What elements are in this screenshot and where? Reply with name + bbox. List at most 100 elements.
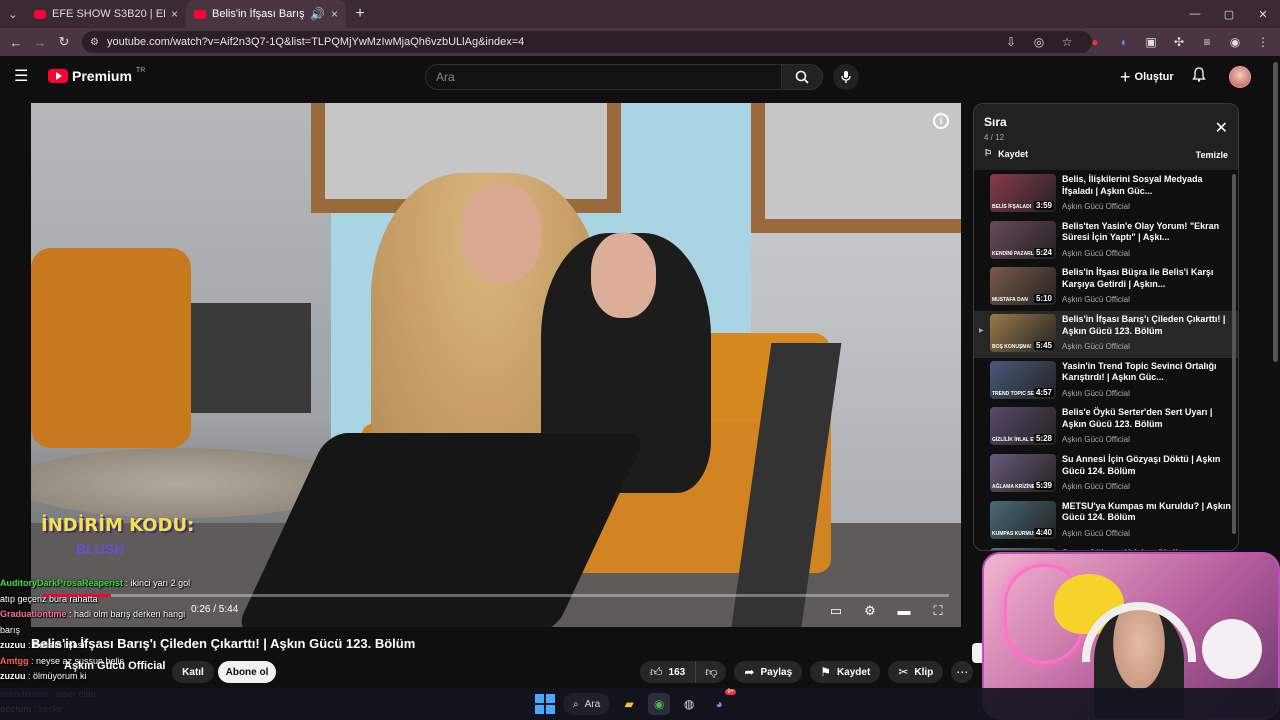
file-explorer-icon[interactable]: ▰ [618, 693, 640, 715]
taskbar-center: ⌕ Ara ▰ ◉ ◍ ◕ 9+ [535, 689, 737, 715]
extension-mask-icon[interactable]: ▣ [1142, 32, 1160, 52]
hamburger-menu-icon[interactable]: ☰ [14, 68, 34, 86]
extensions-puzzle-icon[interactable]: ✣ [1170, 32, 1188, 52]
close-icon[interactable]: ✕ [1215, 118, 1228, 138]
playlist-clear-button[interactable]: Temizle [1196, 150, 1228, 160]
search-icon: ⌕ [573, 698, 579, 710]
playlist-thumbnail[interactable]: KUMPAS KURMUŞLAR 4:40 [990, 500, 1056, 539]
chrome-icon[interactable]: ◉ [648, 693, 671, 715]
playlist-item[interactable]: KENDİNİ PAZARLIYOR 5:24 Belis'ten Yasin'e … [974, 218, 1238, 265]
minimize-button[interactable]: — [1178, 0, 1212, 28]
video-scene-mirror [751, 103, 961, 233]
playlist-item[interactable]: TREND TOPIC SEVİNCİ 4:57 Yasin'in Trend To… [974, 358, 1238, 405]
media-control-icon[interactable]: ≡ [1198, 32, 1216, 52]
playlist-thumbnail[interactable]: BOŞ KONUŞMA! 5:45 [990, 314, 1056, 353]
playlist-thumbnail[interactable]: AĞLAMA KRİZİNE GİRDİ 5:39 [990, 454, 1056, 493]
playlist-item-channel: Aşkın Gücü Official [1062, 388, 1130, 398]
duration-badge: 4:57 [1033, 387, 1054, 397]
duration-badge: 3:59 [1033, 201, 1054, 210]
playlist-item-title: METSU'ya Kumpas mı Kuruldu? | Aşkın Gücü… [1062, 500, 1231, 523]
playlist-count: 4 / 12 [984, 133, 1005, 142]
tab-close-icon[interactable]: × [171, 7, 178, 21]
chat-text: hadi olm barış derken hangi [74, 609, 186, 619]
video-player[interactable]: i İNDİRİM KODU: BLUSH 0:26 / 5:44 ▭ ⚙ ▬ … [31, 103, 961, 627]
maximize-button[interactable]: ▢ [1212, 0, 1246, 28]
account-avatar[interactable] [1229, 66, 1251, 88]
youtube-favicon-icon [194, 9, 206, 19]
dislike-button[interactable]: 👎︎ [696, 661, 727, 683]
windows-start-icon[interactable] [535, 694, 555, 714]
thumbs-up-icon: 👍︎ [650, 664, 663, 679]
profile-avatar-icon[interactable]: ◉ [1226, 32, 1244, 52]
playlist-item[interactable]: AĞLAMA KRİZİNE GİRDİ 5:39 Su Annesi İçin G… [974, 451, 1238, 498]
like-button[interactable]: 👍︎ 163 [640, 661, 697, 683]
voice-search-button[interactable] [833, 64, 859, 90]
youtube-logo[interactable]: Premium TR [48, 67, 145, 84]
playlist-item-meta: Belis'e Öykü Serter'den Sert Uyarı | Aşk… [1062, 407, 1232, 444]
playlist-thumbnail[interactable]: TREND TOPIC SEVİNCİ 4:57 [990, 360, 1056, 399]
back-button[interactable]: ← [4, 28, 28, 56]
extension-blue-icon[interactable]: ◖ [1114, 32, 1132, 52]
extension-red-icon[interactable]: ● [1086, 32, 1104, 52]
duration-badge: 4:40 [1033, 527, 1054, 537]
bookmark-star-icon[interactable]: ☆ [1058, 32, 1076, 52]
playlist-item-title: Su Annesi İçin Gözyaşı Döktü | Aşkın Güc… [1062, 454, 1221, 476]
obs-icon[interactable]: ◍ [678, 693, 700, 715]
discord-icon[interactable]: ◕ 9+ [708, 689, 737, 715]
theater-mode-icon[interactable]: ▬ [895, 603, 913, 619]
tab-close-icon[interactable]: × [331, 7, 338, 21]
join-button[interactable]: Katıl [172, 661, 214, 683]
site-info-icon[interactable]: ⚙ [90, 37, 99, 48]
playlist-thumbnail[interactable] [990, 547, 1056, 550]
taskbar-search[interactable]: ⌕ Ara [563, 693, 611, 715]
new-tab-button[interactable]: + [346, 5, 374, 23]
forward-button[interactable]: → [28, 28, 52, 56]
browser-tab-2-active[interactable]: Belis'in İfşası Barış'ı Çileden 🔊 × [186, 0, 346, 28]
playlist-header: Sıra 4 / 12 ✕ ⚐ Kaydet Temizle [974, 104, 1238, 170]
playlist-thumbnail[interactable]: BELİS İFŞALADI 3:59 [990, 174, 1056, 212]
chat-username: zuzuu [0, 671, 26, 681]
more-actions-icon[interactable]: ⋯ [951, 661, 974, 683]
playlist-save-button[interactable]: ⚐ Kaydet [984, 148, 1028, 159]
clip-button[interactable]: ✂ Klip [888, 661, 944, 683]
settings-gear-icon[interactable]: ⚙ [861, 603, 879, 619]
discord-badge: 9+ [725, 689, 737, 695]
channel-name[interactable]: Aşkın Gücü Official [64, 660, 165, 672]
playlist-item[interactable]: MUSTAFA DAN 5:10 Belis'in İfşası Büşra ile… [974, 264, 1238, 311]
browser-menu-icon[interactable]: ⋮ [1254, 32, 1272, 52]
playlist-thumbnail[interactable]: KENDİNİ PAZARLIYOR 5:24 [990, 220, 1056, 259]
tab-audio-icon[interactable]: 🔊 [310, 7, 325, 21]
chat-username: Graduationtime [0, 609, 67, 619]
video-actions: 👍︎ 163 👎︎ ➦ Paylaş ⚑ Kaydet ✂ Klip ⋯ [640, 661, 974, 683]
playlist-item[interactable]: BELİS İFŞALADI 3:59 Belis, İlişkilerini So… [974, 171, 1238, 218]
save-button[interactable]: ⚑ Kaydet [810, 661, 881, 683]
subscribe-button[interactable]: Abone ol [218, 661, 276, 683]
tab-search-icon[interactable]: ⌄ [0, 0, 26, 28]
fullscreen-icon[interactable]: ⛶ [929, 603, 947, 619]
playlist-item[interactable]: GİZLİLİK İHLAL ETTİN 5:28 Belis'e Öykü Ser… [974, 404, 1238, 451]
playlist-thumbnail[interactable]: GİZLİLİK İHLAL ETTİN 5:28 [990, 407, 1056, 446]
playlist-item[interactable]: KUMPAS KURMUŞLAR 4:40 METSU'ya Kumpas mı K… [974, 498, 1238, 545]
subtitles-icon[interactable]: ▭ [827, 603, 845, 619]
create-button[interactable]: + Oluştur [1120, 65, 1174, 89]
close-window-button[interactable]: ✕ [1246, 0, 1280, 28]
page-scrollbar[interactable] [1273, 62, 1278, 362]
playlist-scrollbar[interactable] [1232, 174, 1236, 534]
video-info-icon[interactable]: i [933, 113, 949, 129]
url-field[interactable]: ⚙ youtube.com/watch?v=Aif2n3Q7-1Q&list=T… [82, 31, 1092, 53]
search-button[interactable] [781, 64, 823, 90]
playlist-thumbnail[interactable]: MUSTAFA DAN 5:10 [990, 267, 1056, 306]
hide-eye-icon[interactable]: ◎ [1030, 32, 1048, 52]
playlist-item[interactable]: Serap Ağlama Krizine Girdi [974, 545, 1238, 550]
browser-tab-1[interactable]: EFE SHOW S3B20 | ERAY CAN C × [26, 0, 186, 28]
share-button[interactable]: ➦ Paylaş [734, 661, 803, 683]
playlist-item-meta: Su Annesi İçin Gözyaşı Döktü | Aşkın Güc… [1062, 454, 1232, 491]
notifications-bell-icon[interactable] [1192, 67, 1206, 85]
duration-badge: 5:28 [1033, 434, 1054, 444]
install-app-icon[interactable]: ⇩ [1002, 32, 1020, 52]
playlist-item[interactable]: ▶ BOŞ KONUŞMA! 5:45 Belis'in İfşası Barış'ı… [974, 311, 1238, 358]
reload-button[interactable]: ↻ [52, 28, 76, 56]
playlist-item-channel: Aşkın Gücü Official [1062, 295, 1130, 305]
search-input[interactable]: Ara [425, 64, 782, 90]
playlist-item-title: Yasin'in Trend Topic Sevinci Ortalığı Ka… [1062, 360, 1217, 383]
